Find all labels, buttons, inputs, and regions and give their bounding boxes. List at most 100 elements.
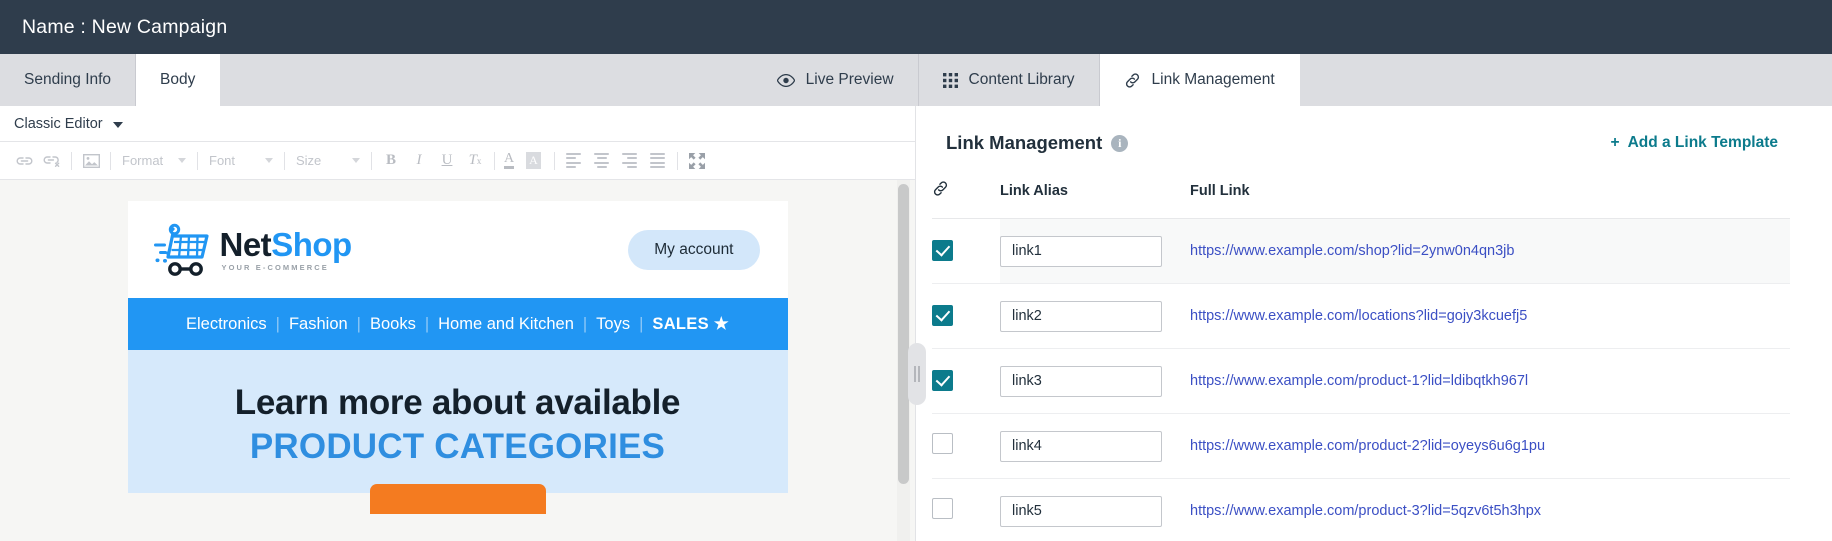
font-dropdown[interactable]: Font — [203, 148, 279, 174]
add-link-template-button[interactable]: + Add a Link Template — [1611, 134, 1791, 152]
link-alias-input[interactable] — [1000, 495, 1162, 527]
tab-sending-info[interactable]: Sending Info — [0, 54, 137, 106]
row-full-link-cell: https://www.example.com/product-1?lid=ld… — [1190, 348, 1790, 414]
link-management-header: Link Management i + Add a Link Template — [932, 106, 1790, 180]
row-alias-cell — [1000, 413, 1190, 479]
tab-sending-info-label: Sending Info — [24, 71, 112, 88]
tab-body[interactable]: Body — [136, 54, 221, 106]
text-color-icon: A — [504, 152, 515, 169]
link-icon — [1124, 72, 1141, 89]
row-checkbox[interactable] — [932, 305, 953, 326]
table-row: https://www.example.com/product-3?lid=5q… — [932, 478, 1790, 541]
column-header-select — [932, 180, 1000, 219]
remove-format-button[interactable]: Tx — [461, 148, 489, 174]
row-alias-cell — [1000, 218, 1190, 284]
nav-link-toys[interactable]: Toys — [587, 315, 639, 334]
bold-button[interactable]: B — [377, 148, 405, 174]
full-link[interactable]: https://www.example.com/product-1?lid=ld… — [1190, 373, 1528, 389]
remove-link-icon[interactable] — [38, 148, 66, 174]
full-link[interactable]: https://www.example.com/product-3?lid=5q… — [1190, 503, 1541, 519]
nav-link-fashion[interactable]: Fashion — [280, 315, 357, 334]
tab-content-library[interactable]: Content Library — [919, 54, 1100, 106]
row-full-link-cell: https://www.example.com/product-3?lid=5q… — [1190, 478, 1790, 541]
link-table-head: Link Alias Full Link — [932, 180, 1790, 219]
splitter-grip-line — [914, 366, 916, 382]
row-alias-cell — [1000, 348, 1190, 414]
tab-link-management[interactable]: Link Management — [1099, 54, 1300, 106]
row-checkbox[interactable] — [932, 370, 953, 391]
row-checkbox[interactable] — [932, 433, 953, 454]
tab-live-preview[interactable]: Live Preview — [753, 54, 919, 106]
link-alias-input[interactable] — [1000, 365, 1162, 397]
row-alias-cell — [1000, 283, 1190, 349]
table-row: https://www.example.com/locations?lid=go… — [932, 283, 1790, 349]
panel-title: Link Management — [946, 132, 1103, 153]
align-left-icon[interactable] — [560, 148, 588, 174]
chevron-down-icon — [265, 158, 273, 163]
row-select-cell — [932, 283, 1000, 349]
bg-color-button[interactable]: A — [522, 152, 549, 169]
editor-scrollbar-thumb[interactable] — [898, 184, 909, 484]
logo-tagline: YOUR E-COMMERCE — [221, 262, 329, 272]
email-nav-bar: Electronics | Fashion | Books | Home and… — [127, 298, 788, 350]
maximize-icon[interactable] — [683, 148, 711, 174]
size-dropdown[interactable]: Size — [290, 148, 366, 174]
pane-splitter-handle[interactable] — [908, 343, 926, 405]
tab-content-library-label: Content Library — [968, 71, 1075, 88]
text-color-button[interactable]: A — [500, 152, 522, 169]
row-alias-cell — [1000, 478, 1190, 541]
editor-toolbar: Format Font Size B I U Tx A A — [0, 142, 915, 180]
email-preview: NetShop YOUR E-COMMERCE My account Elect… — [127, 201, 788, 514]
full-link[interactable]: https://www.example.com/product-2?lid=oy… — [1190, 438, 1545, 454]
editor-mode-dropdown[interactable]: Classic Editor — [14, 116, 123, 132]
tab-spacer — [220, 54, 752, 106]
email-hero: Learn more about available PRODUCT CATEG… — [127, 350, 788, 514]
column-header-link-alias: Link Alias — [1000, 180, 1190, 219]
row-full-link-cell: https://www.example.com/locations?lid=go… — [1190, 283, 1790, 349]
nav-link-electronics[interactable]: Electronics — [177, 315, 276, 334]
chevron-down-icon — [178, 158, 186, 163]
my-account-button[interactable]: My account — [628, 229, 760, 270]
nav-link-books[interactable]: Books — [361, 315, 425, 334]
align-center-icon[interactable] — [588, 148, 616, 174]
full-link[interactable]: https://www.example.com/locations?lid=go… — [1190, 308, 1527, 324]
chevron-down-icon — [112, 121, 123, 128]
campaign-name-title: Name : New Campaign — [22, 15, 228, 38]
toolbar-separator — [197, 151, 198, 170]
editor-pane: Classic Editor Format Font Size B I U T … — [0, 106, 916, 541]
nav-link-home-and-kitchen[interactable]: Home and Kitchen — [429, 315, 583, 334]
link-alias-input[interactable] — [1000, 430, 1162, 462]
font-dropdown-label: Font — [209, 153, 236, 168]
align-right-icon[interactable] — [616, 148, 644, 174]
nav-link-sales[interactable]: SALES ★ — [643, 314, 738, 334]
link-icon — [932, 181, 949, 201]
underline-button[interactable]: U — [433, 148, 461, 174]
logo-shop: Shop — [271, 225, 352, 263]
align-justify-icon[interactable] — [644, 148, 672, 174]
size-dropdown-label: Size — [296, 153, 322, 168]
email-header: NetShop YOUR E-COMMERCE My account — [127, 201, 788, 298]
toolbar-separator — [71, 151, 72, 170]
editor-mode-row: Classic Editor — [0, 106, 915, 142]
row-checkbox[interactable] — [932, 498, 953, 519]
link-management-title-group: Link Management i — [946, 132, 1129, 154]
hero-cta-button[interactable] — [369, 484, 546, 514]
hero-heading-line2: PRODUCT CATEGORIES — [249, 427, 666, 466]
toolbar-separator — [284, 151, 285, 170]
add-link-template-label: Add a Link Template — [1627, 134, 1778, 151]
insert-image-icon[interactable] — [77, 148, 105, 174]
link-alias-input[interactable] — [1000, 235, 1162, 267]
editor-canvas[interactable]: NetShop YOUR E-COMMERCE My account Elect… — [0, 180, 915, 541]
row-checkbox[interactable] — [932, 240, 953, 261]
insert-link-icon[interactable] — [10, 148, 38, 174]
full-link[interactable]: https://www.example.com/shop?lid=2ynw0n4… — [1190, 243, 1514, 259]
format-dropdown[interactable]: Format — [116, 148, 192, 174]
table-row: https://www.example.com/product-1?lid=ld… — [932, 348, 1790, 414]
info-icon[interactable]: i — [1111, 134, 1129, 152]
chevron-down-icon — [352, 158, 360, 163]
tab-link-management-label: Link Management — [1151, 71, 1275, 88]
plus-icon: + — [1610, 134, 1620, 151]
link-alias-input[interactable] — [1000, 300, 1162, 332]
italic-button[interactable]: I — [405, 148, 433, 174]
title-bar: Name : New Campaign — [0, 0, 1832, 54]
